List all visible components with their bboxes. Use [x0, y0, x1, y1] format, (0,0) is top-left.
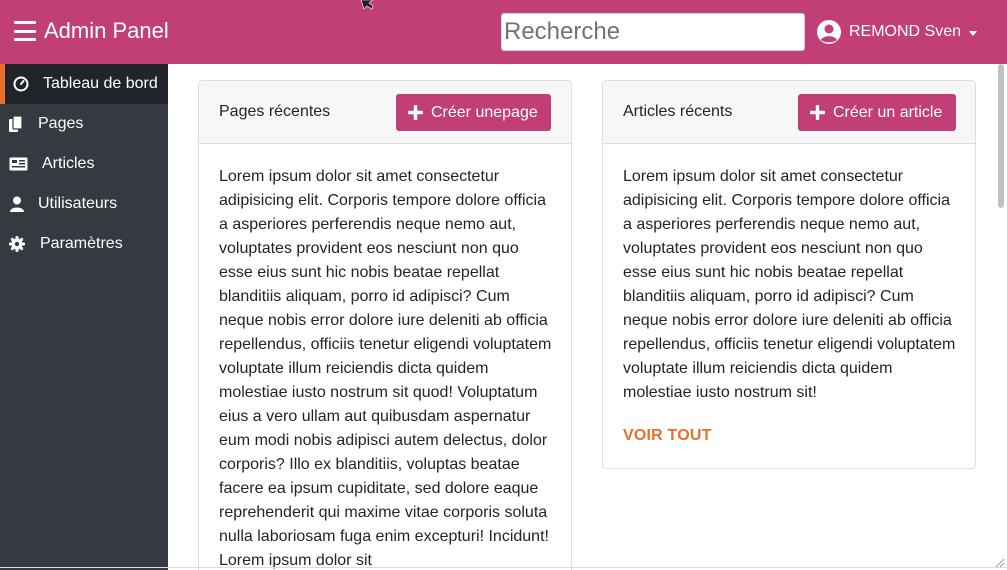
- button-label: Créer unepage: [431, 103, 538, 121]
- sidebar-item-settings[interactable]: Paramètres: [0, 224, 168, 264]
- sidebar-item-label: Utilisateurs: [38, 195, 118, 212]
- sidebar-item-pages[interactable]: Pages: [0, 104, 168, 144]
- view-all-link[interactable]: VOIR TOUT: [623, 427, 712, 445]
- plus-icon: [408, 105, 423, 120]
- card-header: Pages récentes Créer unepage: [199, 81, 571, 144]
- card-body-text: Lorem ipsum dolor sit amet consectetur a…: [623, 168, 956, 401]
- caret-down-icon: [969, 30, 978, 36]
- recent-articles-card: Articles récents Créer un article Lorem …: [602, 80, 976, 469]
- divider: [0, 567, 1007, 568]
- sidebar-item-label: Articles: [42, 155, 95, 172]
- app-title[interactable]: Admin Panel: [44, 18, 169, 44]
- hamburger-menu-icon[interactable]: [14, 21, 36, 41]
- sidebar-item-articles[interactable]: Articles: [0, 144, 168, 184]
- card-title: Articles récents: [623, 103, 733, 120]
- create-article-button[interactable]: Créer un article: [798, 94, 956, 131]
- sidebar-item-users[interactable]: Utilisateurs: [0, 184, 168, 224]
- recent-pages-card: Pages récentes Créer unepage Lorem ipsum…: [198, 80, 572, 570]
- sidebar-item-label: Pages: [38, 115, 84, 132]
- create-page-button[interactable]: Créer unepage: [396, 94, 551, 131]
- top-navbar: Admin Panel REMOND Sven: [0, 0, 1007, 64]
- plus-icon: [810, 105, 825, 120]
- card-title: Pages récentes: [219, 103, 331, 120]
- card-header: Articles récents Créer un article: [603, 81, 975, 144]
- user-name: REMOND Sven: [849, 23, 962, 40]
- dashboard-gauge-icon: [12, 75, 30, 93]
- mouse-cursor-icon: [360, 0, 374, 10]
- search-input[interactable]: [501, 13, 805, 51]
- sidebar: Tableau de bord Pages Articles Utilisate…: [0, 64, 168, 570]
- scrollbar-thumb[interactable]: [998, 64, 1004, 208]
- user-icon: [8, 195, 26, 213]
- gear-icon: [8, 235, 26, 253]
- sidebar-item-dashboard[interactable]: Tableau de bord: [0, 64, 168, 104]
- card-body-text: Lorem ipsum dolor sit amet consectetur a…: [219, 168, 552, 569]
- sidebar-item-label: Paramètres: [40, 235, 123, 252]
- copy-pages-icon: [7, 115, 25, 133]
- button-label: Créer un article: [833, 103, 943, 121]
- sidebar-item-label: Tableau de bord: [43, 75, 158, 92]
- newspaper-icon: [8, 155, 28, 173]
- user-circle-icon: [817, 20, 841, 44]
- user-menu[interactable]: REMOND Sven: [816, 17, 978, 47]
